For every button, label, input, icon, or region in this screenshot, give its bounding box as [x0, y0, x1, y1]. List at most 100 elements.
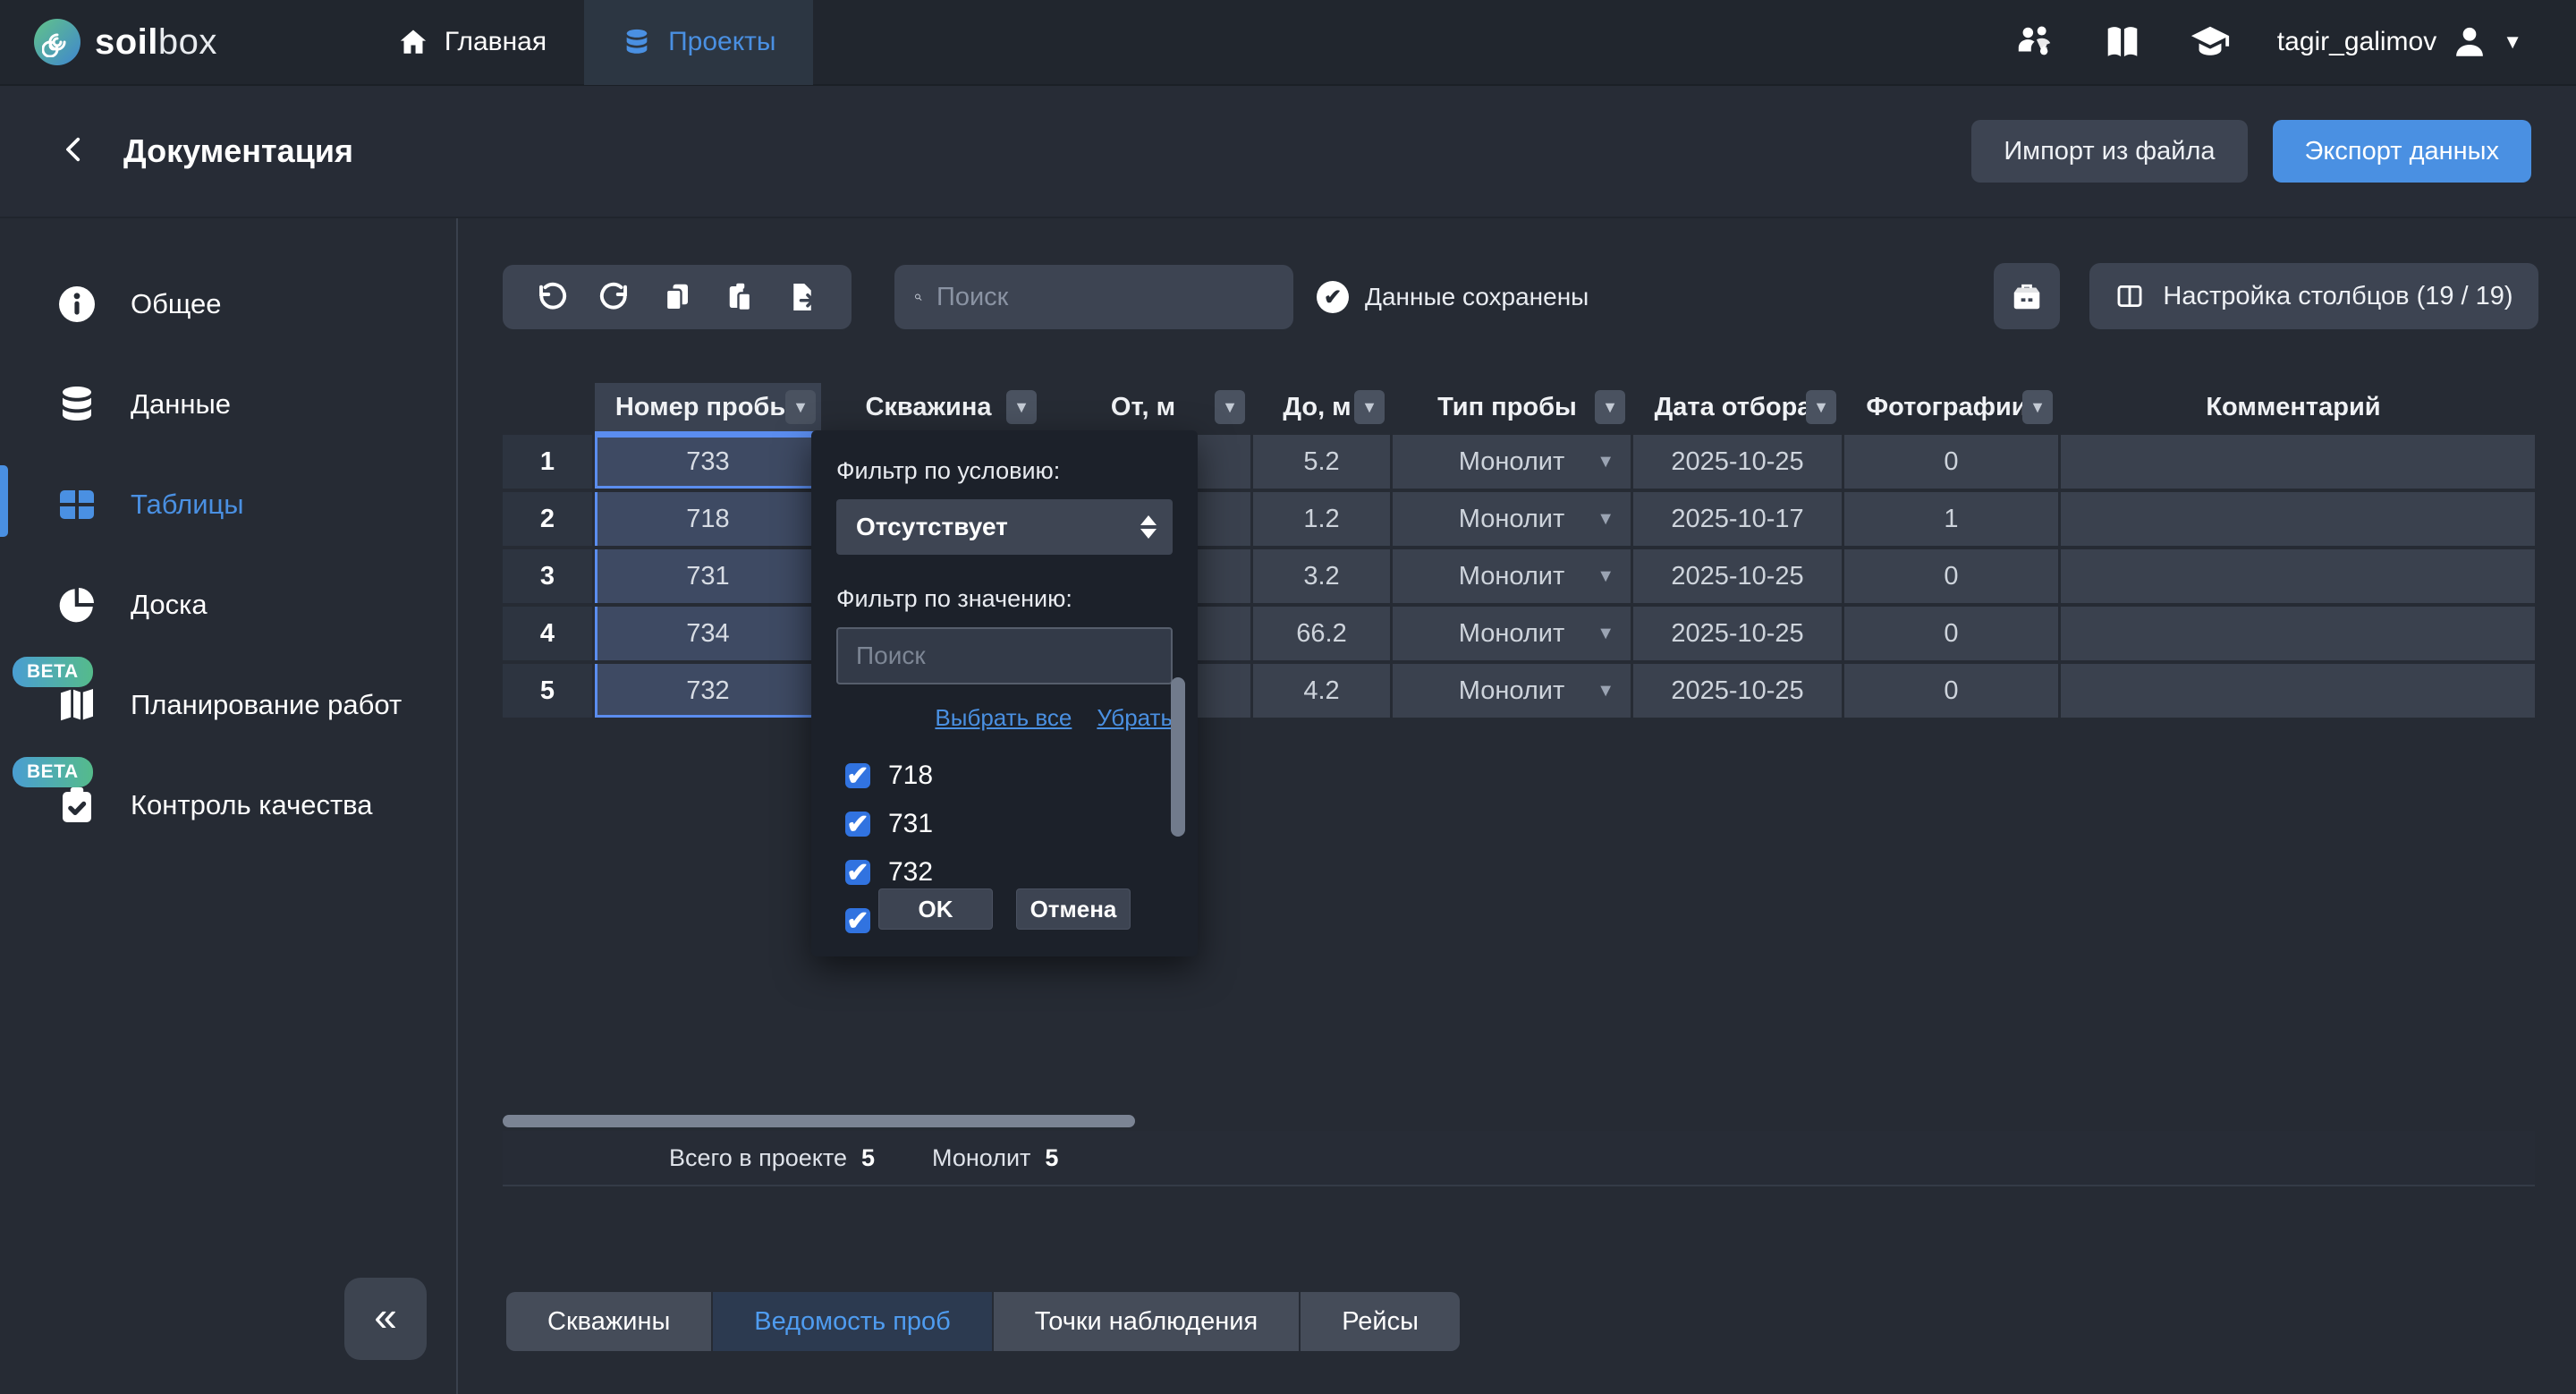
column-settings-button[interactable]: Настройка столбцов (19 / 19) — [2089, 263, 2538, 329]
import-from-file-button[interactable]: Импорт из файла — [1971, 120, 2247, 183]
cell-type[interactable]: Монолит▼ — [1393, 607, 1631, 660]
checkbox-checked-icon[interactable]: ✔ — [845, 812, 870, 837]
filter-icon[interactable]: ▼ — [1215, 390, 1245, 424]
sidebar-item-1[interactable]: Данные — [0, 354, 456, 455]
cell-to[interactable]: 1.2 — [1253, 492, 1390, 546]
cell-sample[interactable]: 732 — [595, 664, 821, 718]
column-header-6[interactable]: Фотографии▼ — [1844, 383, 2058, 431]
column-header-5[interactable]: Дата отбора▼ — [1633, 383, 1842, 431]
cell-dropdown-icon[interactable]: ▼ — [1597, 509, 1614, 530]
checkbox-checked-icon[interactable]: ✔ — [845, 860, 870, 885]
filter-icon[interactable]: ▼ — [1595, 390, 1625, 424]
cell-type[interactable]: Монолит▼ — [1393, 435, 1631, 489]
cell-comment[interactable] — [2061, 549, 2535, 603]
cell-comment[interactable] — [2061, 435, 2535, 489]
back-button[interactable] — [59, 130, 102, 173]
cell-to[interactable]: 3.2 — [1253, 549, 1390, 603]
cell-dropdown-icon[interactable]: ▼ — [1597, 566, 1614, 587]
sidebar-item-0[interactable]: Общее — [0, 254, 456, 354]
users-gear-icon[interactable] — [2014, 21, 2055, 63]
copy-icon[interactable] — [661, 281, 693, 313]
graduation-cap-icon[interactable] — [2190, 21, 2231, 63]
topbar-nav-item-0[interactable]: Главная — [360, 0, 584, 85]
checkbox-checked-icon[interactable]: ✔ — [845, 763, 870, 788]
undo-icon[interactable] — [536, 281, 568, 313]
filter-icon[interactable]: ▼ — [1806, 390, 1836, 424]
filter-cancel-button[interactable]: Отмена — [1016, 888, 1131, 930]
cell-dropdown-icon[interactable]: ▼ — [1597, 624, 1614, 644]
cell-date[interactable]: 2025-10-25 — [1633, 549, 1842, 603]
cell-photos[interactable]: 0 — [1844, 607, 2058, 660]
clear-selection-link[interactable]: Убрать — [1097, 704, 1173, 732]
cell-type[interactable]: Монолит▼ — [1393, 549, 1631, 603]
cell-date[interactable]: 2025-10-25 — [1633, 607, 1842, 660]
cell-sample[interactable]: 733 — [595, 435, 821, 489]
cell-photos[interactable]: 0 — [1844, 664, 2058, 718]
filter-ok-button[interactable]: OK — [878, 888, 993, 930]
filter-option-718[interactable]: ✔718 — [836, 752, 1173, 800]
cell-date[interactable]: 2025-10-25 — [1633, 435, 1842, 489]
sidebar-item-label: Данные — [131, 388, 231, 421]
cell-sample[interactable]: 731 — [595, 549, 821, 603]
app-logo[interactable]: soilbox — [34, 19, 217, 65]
cell-sample[interactable]: 718 — [595, 492, 821, 546]
column-header-0[interactable]: Номер пробы▼ — [595, 383, 821, 431]
cell-num[interactable]: 1 — [503, 435, 592, 489]
paste-icon[interactable] — [724, 281, 756, 313]
column-header-4[interactable]: Тип пробы▼ — [1393, 383, 1631, 431]
cell-comment[interactable] — [2061, 664, 2535, 718]
cell-photos[interactable]: 0 — [1844, 435, 2058, 489]
export-data-button[interactable]: Экспорт данных — [2273, 120, 2531, 183]
table-icon — [55, 483, 98, 526]
cell-comment[interactable] — [2061, 492, 2535, 546]
sidebar-item-2[interactable]: Таблицы — [0, 455, 456, 555]
sidebar-collapse-button[interactable]: « — [344, 1278, 427, 1360]
toolbox-button[interactable] — [1994, 263, 2060, 329]
bottom-tab-3[interactable]: Рейсы — [1301, 1292, 1460, 1351]
bottom-tab-2[interactable]: Точки наблюдения — [994, 1292, 1301, 1351]
filter-icon[interactable]: ▼ — [1354, 390, 1385, 424]
popup-scrollbar[interactable] — [1171, 677, 1185, 837]
sidebar-item-3[interactable]: Доска — [0, 555, 456, 655]
cell-num[interactable]: 4 — [503, 607, 592, 660]
cell-dropdown-icon[interactable]: ▼ — [1597, 681, 1614, 701]
cell-photos[interactable]: 0 — [1844, 549, 2058, 603]
column-header-7[interactable]: Комментарий — [2061, 383, 2535, 431]
cell-photos[interactable]: 1 — [1844, 492, 2058, 546]
topbar-nav-item-1[interactable]: Проекты — [584, 0, 813, 85]
sidebar-item-5[interactable]: BETAКонтроль качества — [0, 755, 456, 855]
bottom-tab-1[interactable]: Ведомость проб — [713, 1292, 993, 1351]
sidebar-item-4[interactable]: BETAПланирование работ — [0, 655, 456, 755]
cell-dropdown-icon[interactable]: ▼ — [1597, 452, 1614, 472]
cell-num[interactable]: 3 — [503, 549, 592, 603]
column-header-1[interactable]: Скважина▼ — [824, 383, 1042, 431]
cell-to[interactable]: 4.2 — [1253, 664, 1390, 718]
cell-sample[interactable]: 734 — [595, 607, 821, 660]
select-all-link[interactable]: Выбрать все — [935, 704, 1072, 732]
cell-date[interactable]: 2025-10-17 — [1633, 492, 1842, 546]
cell-type[interactable]: Монолит▼ — [1393, 492, 1631, 546]
horizontal-scrollbar[interactable] — [503, 1115, 1135, 1127]
filter-icon[interactable]: ▼ — [1006, 390, 1037, 424]
cell-to[interactable]: 66.2 — [1253, 607, 1390, 660]
filter-search-input[interactable] — [836, 627, 1173, 684]
bottom-tab-0[interactable]: Скважины — [506, 1292, 713, 1351]
book-icon[interactable] — [2102, 21, 2143, 63]
cell-to[interactable]: 5.2 — [1253, 435, 1390, 489]
filter-condition-select[interactable]: Отсутствует — [836, 499, 1173, 555]
column-header-2[interactable]: От, м▼ — [1045, 383, 1250, 431]
cell-date[interactable]: 2025-10-25 — [1633, 664, 1842, 718]
redo-icon[interactable] — [598, 281, 631, 313]
cell-num[interactable]: 2 — [503, 492, 592, 546]
cell-type[interactable]: Монолит▼ — [1393, 664, 1631, 718]
cell-num[interactable]: 5 — [503, 664, 592, 718]
search-input[interactable] — [936, 283, 1274, 312]
cell-comment[interactable] — [2061, 607, 2535, 660]
summary-value: 5 — [1045, 1144, 1058, 1172]
export-file-icon[interactable] — [786, 281, 818, 313]
filter-icon[interactable]: ▼ — [2022, 390, 2053, 424]
filter-icon[interactable]: ▼ — [785, 390, 816, 424]
column-header-3[interactable]: До, м▼ — [1253, 383, 1390, 431]
filter-option-731[interactable]: ✔731 — [836, 800, 1173, 848]
user-menu[interactable]: tagir_galimov ▼ — [2277, 23, 2522, 61]
